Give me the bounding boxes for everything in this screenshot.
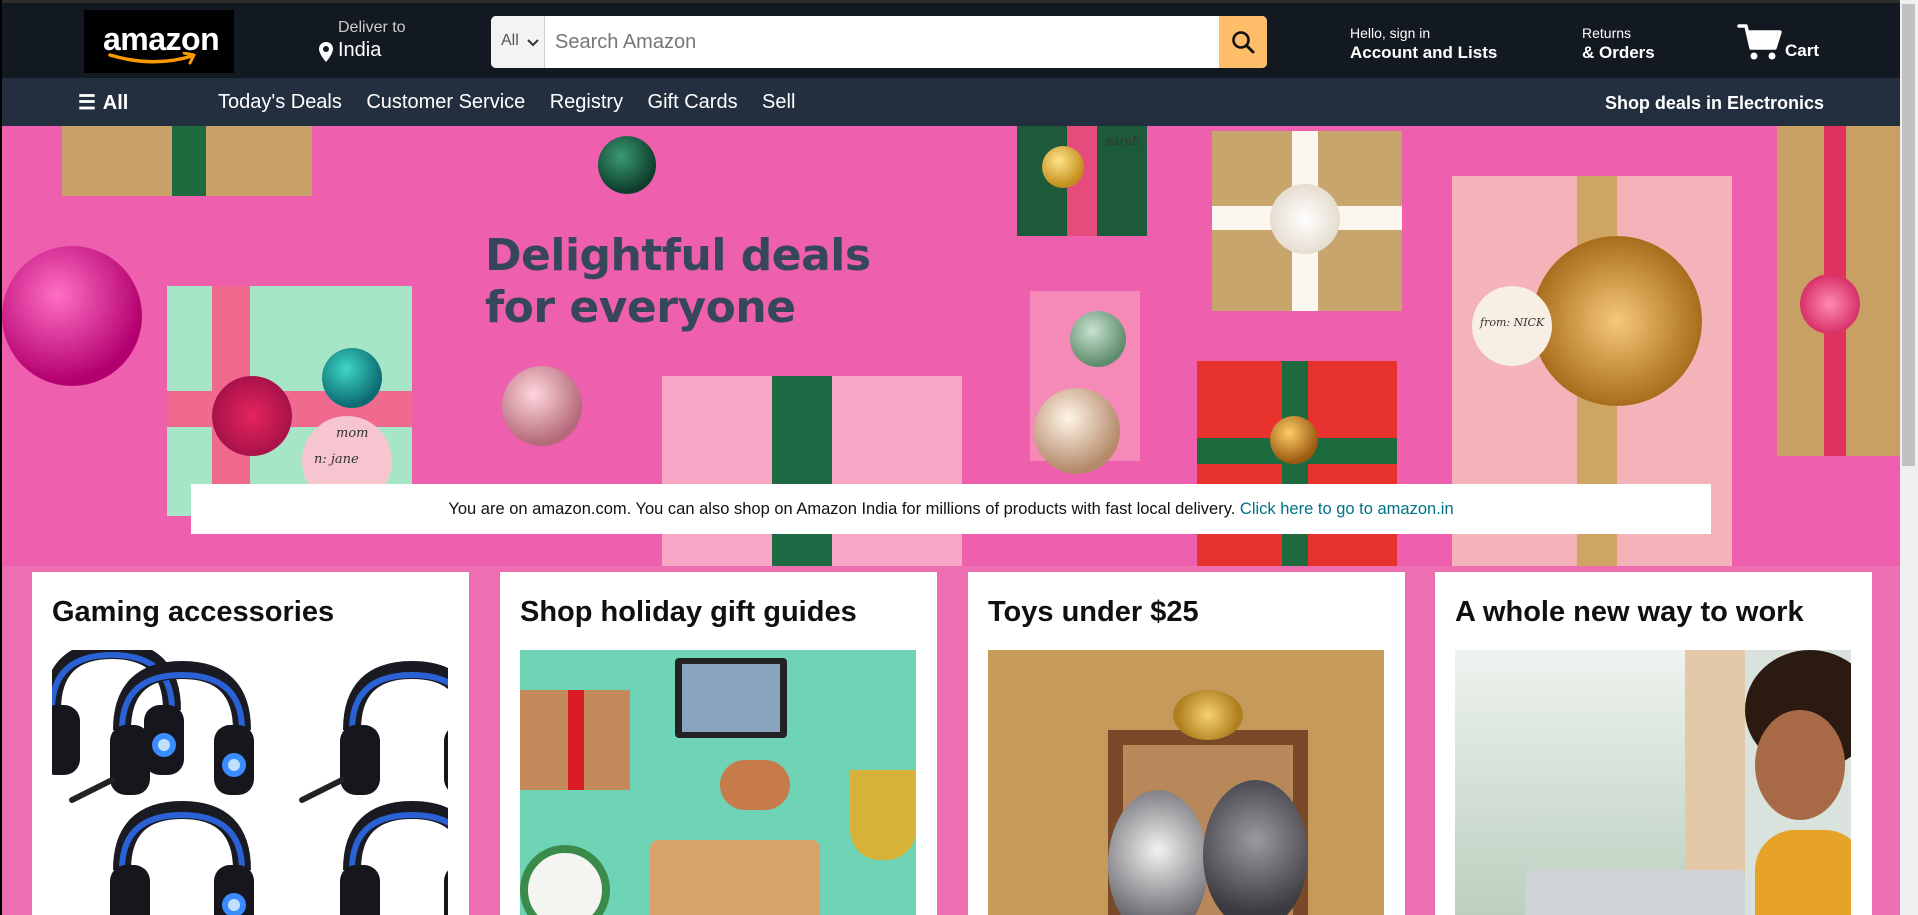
ribbon bbox=[568, 690, 584, 790]
ribbon bbox=[172, 126, 206, 196]
notice-text: You are on amazon.com. You can also shop… bbox=[448, 500, 1236, 518]
search-button[interactable] bbox=[1219, 16, 1267, 68]
returns-label: Returns bbox=[1582, 25, 1632, 41]
returns-and-orders[interactable]: Returns & Orders bbox=[1582, 25, 1655, 63]
nav-link-customer-service[interactable]: Customer Service bbox=[366, 91, 525, 114]
chevron-down-icon bbox=[527, 39, 539, 47]
hamburger-menu-icon: ☰ bbox=[78, 92, 96, 114]
gift-tag-text-sarah: sarah bbox=[1106, 134, 1140, 148]
nav-link-sell[interactable]: Sell bbox=[762, 91, 795, 114]
account-label: Account and Lists bbox=[1350, 43, 1498, 62]
card-title: Shop holiday gift guides bbox=[520, 596, 857, 628]
main-nav: ☰ All Today's Deals Customer Service Reg… bbox=[2, 78, 1900, 126]
nav-link-registry[interactable]: Registry bbox=[550, 91, 623, 114]
person-face bbox=[1755, 710, 1845, 820]
search-input[interactable] bbox=[547, 16, 1207, 68]
amazon-home-page: amazon Deliver to India All Search Amazo… bbox=[0, 0, 1900, 915]
hero-headline-line2: for everyone bbox=[485, 282, 796, 333]
trophy-photo bbox=[850, 770, 916, 860]
all-menu-label: All bbox=[102, 92, 129, 114]
ornament-gold bbox=[1042, 146, 1084, 188]
gift-tag-text-mom: mom bbox=[336, 426, 369, 441]
account-greeting: Hello, sign in bbox=[1350, 25, 1431, 41]
card-title: Toys under $25 bbox=[988, 596, 1199, 628]
gift-guides-image[interactable] bbox=[520, 650, 916, 915]
all-menu-button[interactable]: ☰ All bbox=[78, 90, 128, 115]
ornament-sage bbox=[1070, 311, 1126, 367]
card-toys-under-25[interactable]: Toys under $25 bbox=[968, 572, 1405, 915]
nav-links: Today's Deals Customer Service Registry … bbox=[218, 91, 815, 114]
browser-viewport: amazon Deliver to India All Search Amazo… bbox=[0, 0, 1918, 915]
cutting-board-photo bbox=[650, 840, 820, 915]
bow-gold-large bbox=[1532, 236, 1702, 406]
scale-photo bbox=[520, 845, 610, 915]
bow-red bbox=[212, 376, 292, 456]
work-from-home-image[interactable] bbox=[1455, 650, 1851, 915]
card-title: A whole new way to work bbox=[1455, 596, 1804, 628]
ornament-teal bbox=[322, 348, 382, 408]
search-category-label: All bbox=[501, 32, 519, 49]
search-category-select[interactable]: All bbox=[491, 16, 545, 68]
laptop-photo bbox=[1525, 870, 1745, 915]
ornament-green-top bbox=[598, 136, 656, 194]
gaming-headsets-image[interactable] bbox=[52, 650, 448, 915]
scrollbar-thumb[interactable] bbox=[1902, 4, 1915, 466]
orders-label: & Orders bbox=[1582, 43, 1655, 62]
cart-label: Cart bbox=[1785, 41, 1820, 60]
card-gaming-accessories[interactable]: Gaming accessories bbox=[32, 572, 469, 915]
ornament-bronze bbox=[1270, 416, 1318, 464]
card-holiday-gift-guides[interactable]: Shop holiday gift guides bbox=[500, 572, 937, 915]
amazon-logo[interactable]: amazon bbox=[84, 10, 234, 73]
amazon-india-notice: You are on amazon.com. You can also shop… bbox=[191, 484, 1711, 534]
top-header: amazon Deliver to India All Search Amazo… bbox=[2, 0, 1900, 78]
deliver-label: Deliver to bbox=[338, 19, 406, 36]
ribbon bbox=[772, 376, 832, 566]
card-row: Gaming accessories Shop holiday gift gui… bbox=[2, 566, 1900, 915]
card-title: Gaming accessories bbox=[52, 596, 335, 628]
hero-headline-line1: Delightful deals bbox=[485, 230, 871, 281]
cart-icon bbox=[1737, 24, 1782, 60]
search-icon bbox=[1232, 31, 1255, 54]
gift-tag-text-jane: n: jane bbox=[314, 452, 359, 467]
location-pin-icon bbox=[319, 42, 333, 62]
person-shirt bbox=[1755, 830, 1851, 915]
search-bar: All bbox=[491, 16, 1267, 68]
amazon-smile-icon bbox=[108, 52, 196, 65]
ornament-floral bbox=[1034, 388, 1120, 474]
copper-spoons-photo bbox=[720, 760, 790, 810]
bow-gold bbox=[1173, 690, 1243, 740]
card-new-way-to-work[interactable]: A whole new way to work bbox=[1435, 572, 1872, 915]
vertical-scrollbar[interactable] bbox=[1900, 0, 1918, 915]
nav-link-todays-deals[interactable]: Today's Deals bbox=[218, 91, 342, 114]
nav-promo-electronics[interactable]: Shop deals in Electronics bbox=[1605, 93, 1824, 114]
account-and-lists[interactable]: Hello, sign in Account and Lists bbox=[1350, 25, 1497, 63]
bow-white bbox=[1270, 184, 1340, 254]
notice-link-amazon-in[interactable]: Click here to go to amazon.in bbox=[1240, 500, 1454, 518]
ornament-pink-left bbox=[2, 246, 142, 386]
headset-icon bbox=[52, 650, 448, 915]
toys-image[interactable] bbox=[988, 650, 1384, 915]
ornament-rose bbox=[502, 366, 582, 446]
tablet-screen bbox=[682, 664, 780, 732]
deliver-location: India bbox=[338, 39, 382, 61]
bow-pink-right bbox=[1800, 274, 1860, 334]
gift-tag-text-nick: from: NICK bbox=[1480, 316, 1545, 329]
nav-link-gift-cards[interactable]: Gift Cards bbox=[648, 91, 738, 114]
hero-headline: Delightful deals for everyone bbox=[485, 230, 871, 334]
